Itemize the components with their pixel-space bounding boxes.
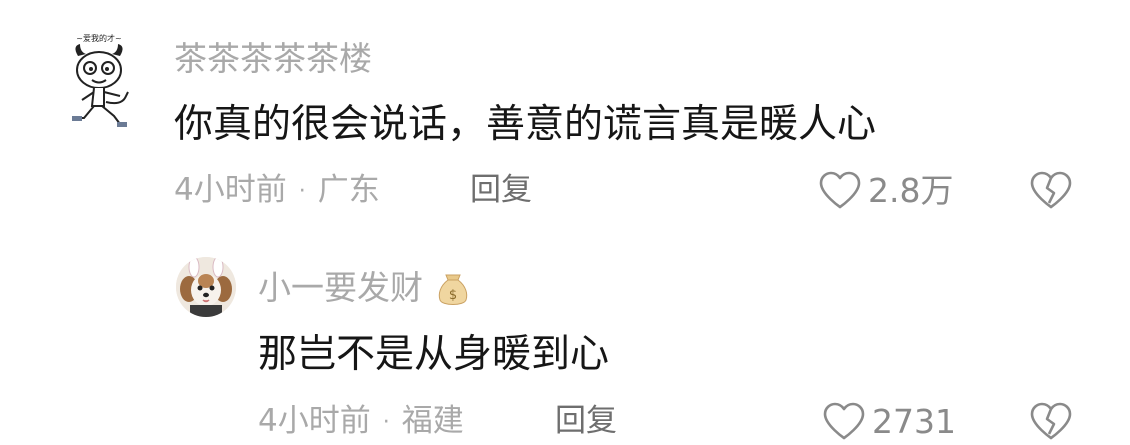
username-text: 小一要发财 [258,268,423,307]
dog-avatar-icon [176,257,236,317]
avatar[interactable]: ~爱我的才~ [64,30,134,130]
comment-text: 你真的很会说话，善意的谎言真是暖人心 [174,102,877,147]
heart-outline-icon [819,171,861,209]
separator-dot: · [382,409,390,435]
like-count: 2.8万 [868,170,954,210]
comment-meta: 4小时前 · 广东 [174,175,380,206]
svg-text:$: $ [448,288,456,303]
avatar[interactable] [176,257,236,317]
dislike-button[interactable] [1029,170,1073,214]
broken-heart-icon [1030,171,1072,209]
like-count: 2731 [872,401,956,441]
comment-text: 那岂不是从身暖到心 [258,332,610,377]
cartoon-devil-avatar-icon: ~爱我的才~ [72,33,129,127]
like-button[interactable]: 2.8万 [818,170,953,210]
dislike-button[interactable] [1029,401,1073,445]
timestamp: 4小时前 [174,172,287,208]
reply-comment-item: 小一要发财 $ 那岂不是从身暖到心 4小时前 · 福建 回复 2731 [0,240,1130,440]
heart-outline-icon [823,402,865,440]
money-bag-icon: $ [438,274,467,305]
username[interactable]: 小一要发财 $ [258,271,470,308]
broken-heart-icon [1030,402,1072,440]
separator-dot: · [298,178,306,204]
location: 福建 [401,403,464,439]
avatar-caption: ~爱我的才~ [76,33,121,43]
location: 广东 [317,172,380,208]
timestamp: 4小时前 [258,403,371,439]
reply-button[interactable]: 回复 [555,406,617,437]
reply-button[interactable]: 回复 [470,175,532,206]
comment-item: ~爱我的才~ 茶茶茶茶茶楼 你真的很会说话，善意的谎言真是暖人心 4小时前 · … [0,0,1130,230]
comment-meta: 4小时前 · 福建 [258,406,464,437]
like-button[interactable]: 2731 [822,401,956,441]
username[interactable]: 茶茶茶茶茶楼 [174,42,372,75]
